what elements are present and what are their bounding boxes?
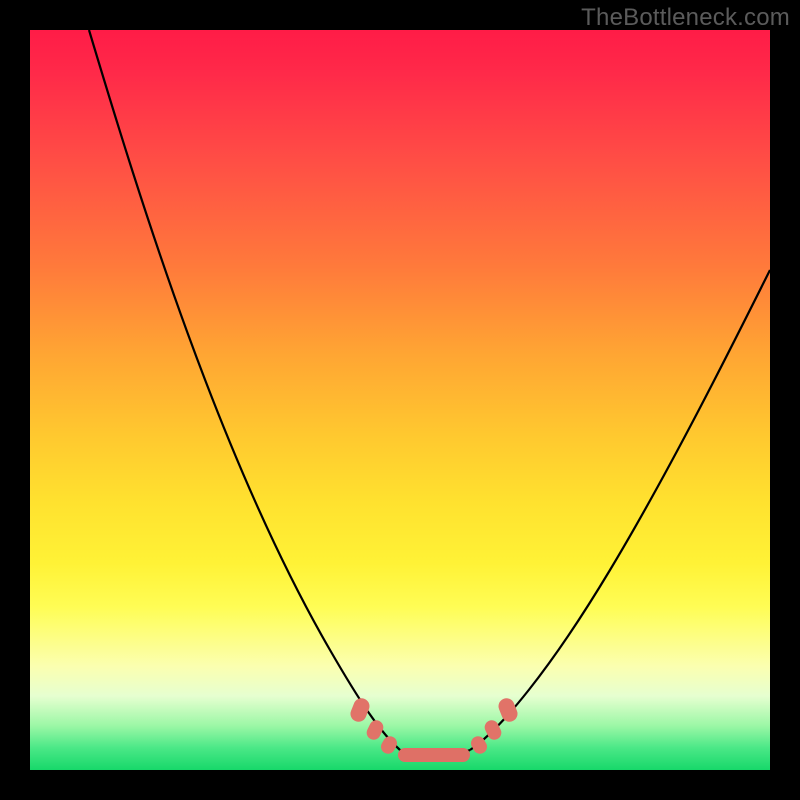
curve-left-branch [89,30,400,750]
plot-area [30,30,770,770]
left-marker-3 [378,734,399,757]
chart-frame: TheBottleneck.com [0,0,800,800]
left-marker-2 [364,718,385,742]
watermark-text: TheBottleneck.com [581,4,790,32]
valley-bar [398,748,470,762]
curve-svg [30,30,770,770]
curve-right-branch [470,270,770,750]
left-marker-1 [348,696,372,724]
right-marker-3 [496,696,520,724]
